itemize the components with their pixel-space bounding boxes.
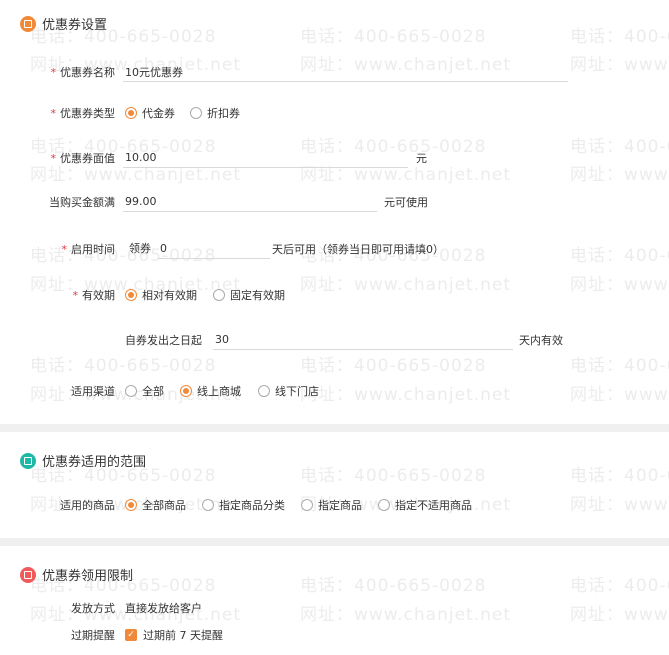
section-title-text: 优惠券领用限制 — [42, 569, 134, 584]
face-value-label: * 优惠券面值 — [50, 152, 116, 165]
radio-goods-specific[interactable]: 指定商品 — [301, 497, 362, 513]
radio-goods-category[interactable]: 指定商品分类 — [202, 497, 285, 513]
watermark-phone: 电话：400-665-0028 — [570, 576, 669, 596]
coupon-type-label: * 优惠券类型 — [50, 107, 116, 120]
row-validity-days: 自券发出之日起 30 天内有效 — [0, 330, 669, 350]
row-coupon-type: * 优惠券类型 代金券 折扣券 — [0, 103, 669, 123]
watermark-phone: 电话：400-665-0028 — [300, 466, 487, 486]
radio-channel-all[interactable]: 全部 — [125, 383, 164, 399]
row-issue-method: 发放方式 直接发放给客户 — [0, 598, 669, 618]
watermark-phone: 电话：400-665-0028 — [570, 466, 669, 486]
section-coupon-limit-title: 优惠券领用限制 — [20, 565, 133, 584]
radio-relative-validity[interactable]: 相对有效期 — [125, 287, 197, 303]
radio-fixed-validity[interactable]: 固定有效期 — [213, 287, 285, 303]
row-coupon-name: * 优惠券名称 10元优惠券 — [0, 62, 669, 82]
scope-icon — [20, 452, 36, 469]
row-min-purchase: 当购买金额满 99.00 元可使用 — [0, 192, 669, 212]
row-channel: 适用渠道 全部 线上商城 线下门店 — [0, 381, 669, 401]
validity-prefix: 自券发出之日起 — [125, 334, 202, 347]
expire-remind-label: 过期提醒 — [71, 629, 115, 642]
min-purchase-input[interactable]: 99.00 — [123, 192, 377, 212]
validity-days-input[interactable]: 30 — [213, 330, 513, 350]
min-purchase-unit: 元可使用 — [384, 196, 428, 209]
validity-label: * 有效期 — [72, 289, 116, 302]
start-time-prefix: 领券 — [129, 242, 151, 255]
issue-method-label: 发放方式 — [71, 602, 115, 615]
start-time-label: * 启用时间 — [61, 243, 116, 256]
watermark-phone: 电话：400-665-0028 — [30, 356, 217, 376]
watermark-phone: 电话：400-665-0028 — [300, 576, 487, 596]
check-icon: ✓ — [125, 629, 137, 641]
section-title-text: 优惠券适用的范围 — [42, 455, 147, 470]
watermark-phone: 电话：400-665-0028 — [570, 27, 669, 47]
section-title-text: 优惠券设置 — [42, 18, 108, 33]
radio-goods-excluded[interactable]: 指定不适用商品 — [378, 497, 472, 513]
row-expire-remind: 过期提醒 ✓ 过期前 7 天提醒 — [0, 625, 669, 645]
coupon-name-input[interactable]: 10元优惠券 — [123, 62, 568, 82]
validity-suffix: 天内有效 — [519, 334, 563, 347]
channel-label: 适用渠道 — [71, 385, 115, 398]
start-time-suffix: 天后可用（领券当日即可用请填0） — [272, 243, 444, 256]
section-coupon-scope-title: 优惠券适用的范围 — [20, 451, 146, 470]
radio-channel-online[interactable]: 线上商城 — [180, 383, 241, 399]
radio-channel-offline[interactable]: 线下门店 — [258, 383, 319, 399]
row-start-time: * 启用时间 领券 0 天后可用（领券当日即可用请填0） — [0, 239, 669, 259]
section-coupon-settings-title: 优惠券设置 — [20, 14, 107, 33]
limit-icon — [20, 566, 36, 583]
watermark-phone: 电话：400-665-0028 — [300, 27, 487, 47]
watermark-phone: 电话：400-665-0028 — [570, 356, 669, 376]
watermark-phone: 电话：400-665-0028 — [300, 356, 487, 376]
coupon-name-label: * 优惠券名称 — [50, 66, 116, 79]
face-value-unit: 元 — [416, 152, 427, 165]
radio-cash-coupon[interactable]: 代金券 — [125, 105, 175, 121]
start-days-input[interactable]: 0 — [158, 239, 270, 259]
row-validity: * 有效期 相对有效期 固定有效期 — [0, 285, 669, 305]
coupon-icon — [20, 15, 36, 32]
row-goods: 适用的商品 全部商品 指定商品分类 指定商品 指定不适用商品 — [0, 495, 669, 515]
radio-discount-coupon[interactable]: 折扣券 — [190, 105, 240, 121]
radio-goods-all[interactable]: 全部商品 — [125, 497, 186, 513]
goods-label: 适用的商品 — [60, 499, 115, 512]
expire-remind-checkbox[interactable]: ✓ 过期前 7 天提醒 — [125, 627, 223, 643]
min-purchase-label: 当购买金额满 — [49, 196, 115, 209]
issue-method-value: 直接发放给客户 — [125, 602, 202, 615]
section-divider — [0, 424, 669, 432]
section-divider — [0, 538, 669, 546]
row-face-value: * 优惠券面值 10.00 元 — [0, 148, 669, 168]
face-value-input[interactable]: 10.00 — [123, 148, 408, 168]
